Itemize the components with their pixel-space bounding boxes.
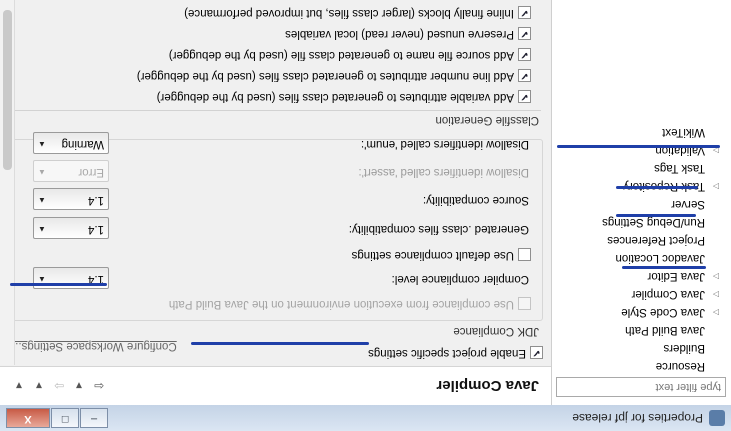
page-title: Java Compiler <box>436 377 539 394</box>
source-compat-select[interactable]: 1.4 ▲ <box>33 188 109 210</box>
jdk-compliance-title: JDK Compliance <box>453 325 539 337</box>
enum-identifiers-label: Disallow identifiers called 'enum': <box>360 138 529 150</box>
generated-class-compat-label: Generated .class files compatibility: <box>348 223 529 235</box>
expand-arrow-icon[interactable]: ▷ <box>709 285 719 303</box>
filter-input[interactable] <box>556 377 726 397</box>
use-default-compliance-checkbox[interactable] <box>518 248 531 261</box>
source-compat-value: 1.4 <box>88 194 104 206</box>
compliance-level-label: Compiler compliance level: <box>391 273 529 285</box>
assert-identifiers-label: Disallow identifiers called 'assert': <box>358 166 529 178</box>
enum-identifiers-value: Warning <box>61 138 104 150</box>
enable-project-specific-label: Enable project specific settings <box>368 347 526 359</box>
use-default-compliance-label: Use default compliance settings <box>351 249 514 261</box>
classfile-option-label: Add variable attributes to generated cla… <box>156 91 514 103</box>
page-navigation: ⇦ ▾ ⇨ ▾ ▾ <box>10 379 110 393</box>
generated-class-compat-select[interactable]: 1.4 ▲ <box>33 217 109 239</box>
classfile-option-checkbox[interactable]: ✔ <box>518 90 531 103</box>
tree-item-label: Javadoc Location <box>615 252 705 264</box>
use-ee-compliance-checkbox <box>518 297 531 310</box>
tree-item-label: Server <box>671 198 705 210</box>
expand-arrow-icon[interactable]: ▷ <box>709 267 719 285</box>
highlight-stroke <box>616 214 696 217</box>
forward-arrow-icon[interactable]: ⇨ <box>50 379 68 393</box>
classfile-option-label: Add source file name to generated class … <box>168 49 514 61</box>
window-title: Properties for jpf release <box>572 411 703 425</box>
classfile-option-label: Preserve unused (never read) local varia… <box>285 28 514 40</box>
scrollbar-thumb[interactable] <box>3 10 12 170</box>
classfile-option-checkbox[interactable]: ✔ <box>518 6 531 19</box>
tree-item-label: Java Build Path <box>625 324 705 336</box>
classfile-generation-title: Classfile Generation <box>435 114 539 126</box>
minimize-button[interactable]: – <box>80 408 108 428</box>
expand-arrow-icon[interactable]: ▷ <box>709 303 719 321</box>
dialog-window: Properties for jpf release – □ X Resourc… <box>0 0 731 431</box>
tree-item-label: Java Code Style <box>621 306 705 318</box>
close-button[interactable]: X <box>6 408 50 428</box>
view-menu-icon[interactable]: ▾ <box>10 379 28 393</box>
tree-item-label: Task Tags <box>654 162 705 174</box>
highlight-stroke <box>616 186 698 189</box>
classfile-option-checkbox[interactable]: ✔ <box>518 27 531 40</box>
highlight-stroke <box>557 145 720 148</box>
maximize-button[interactable]: □ <box>51 408 79 428</box>
use-ee-compliance-label: Use compliance from execution environmen… <box>168 298 514 310</box>
tree-item-label: Java Compiler <box>631 288 706 300</box>
classfile-separator <box>10 110 541 111</box>
eclipse-app-icon <box>709 410 725 426</box>
tree-item-label: WikiText <box>662 126 705 138</box>
dropdown-arrow-icon: ▲ <box>38 140 46 149</box>
tree-item-label: Resource <box>655 360 705 372</box>
classfile-option-checkbox[interactable]: ✔ <box>518 48 531 61</box>
tree-item-label: Project References <box>607 234 705 246</box>
highlight-stroke <box>191 342 369 345</box>
title-bar: Properties for jpf release – □ X <box>0 404 731 431</box>
back-arrow-icon[interactable]: ⇦ <box>90 379 108 393</box>
assert-identifiers-select: Error ▲ <box>33 160 109 182</box>
expand-arrow-icon[interactable]: ▷ <box>709 141 719 159</box>
enable-project-specific-checkbox[interactable]: ✔ <box>530 346 543 359</box>
vertical-scrollbar[interactable] <box>0 0 15 365</box>
dropdown-arrow-icon: ▲ <box>38 196 46 205</box>
tree-item-label: Builders <box>663 342 705 354</box>
generated-class-compat-value: 1.4 <box>88 223 104 235</box>
configure-workspace-link[interactable]: Configure Workspace Settings... <box>12 340 177 352</box>
highlight-stroke <box>622 266 706 269</box>
classfile-option-label: Inline finally blocks (larger class file… <box>184 7 514 19</box>
page-header: Java Compiler ⇦ ▾ ⇨ ▾ ▾ <box>0 366 551 405</box>
assert-identifiers-value: Error <box>78 166 104 178</box>
classfile-option-label: Add line number attributes to generated … <box>136 70 514 82</box>
expand-arrow-icon[interactable]: ▷ <box>709 177 719 195</box>
dropdown-arrow-icon: ▲ <box>38 168 46 177</box>
dropdown-arrow-icon: ▲ <box>38 225 46 234</box>
back-menu-icon[interactable]: ▾ <box>70 379 88 393</box>
source-compat-label: Source compatibility: <box>422 194 529 206</box>
forward-menu-icon[interactable]: ▾ <box>30 379 48 393</box>
window-controls: – □ X <box>6 408 109 428</box>
classfile-option-checkbox[interactable]: ✔ <box>518 69 531 82</box>
sidebar: Resource Builders Java Build Path ▷ Java… <box>551 0 731 405</box>
tree-item-label: Validation <box>655 144 705 156</box>
highlight-stroke <box>10 283 107 286</box>
tree-item-label: Java Editor <box>647 270 705 282</box>
enum-identifiers-select[interactable]: Warning ▲ <box>33 132 109 154</box>
